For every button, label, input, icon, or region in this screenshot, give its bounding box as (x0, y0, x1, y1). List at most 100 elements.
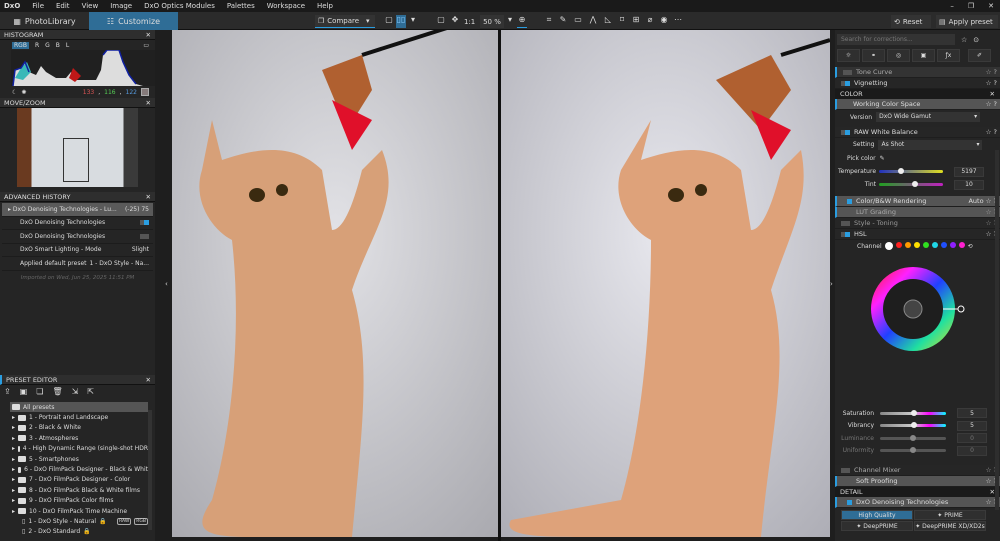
menu-file[interactable]: File (32, 2, 44, 10)
hsl-row[interactable]: HSL ☆ ? (835, 229, 1000, 240)
channel-g[interactable]: G (45, 42, 50, 49)
mode-deepprime-xd[interactable]: ✦ DeepPRIME XD/XD2s (914, 521, 986, 531)
menu-edit[interactable]: Edit (56, 2, 70, 10)
channel-swatch[interactable] (922, 242, 929, 248)
channel-swatch[interactable] (895, 242, 902, 248)
slider-value[interactable]: 5 (957, 420, 987, 431)
hsl-slider[interactable] (880, 447, 946, 454)
channel-swatch[interactable] (884, 242, 893, 250)
perspective-icon[interactable]: ⋀ (588, 15, 598, 28)
version-select[interactable]: DxO Wide Gamut ▾ (876, 112, 981, 122)
color-section-header[interactable]: COLOR ✕ (835, 89, 1000, 99)
chevron-down-icon[interactable]: ▾ (366, 17, 370, 25)
reset-channel-icon[interactable]: ⟲ (968, 243, 973, 250)
preset-folder[interactable]: ▸ 4 - High Dynamic Range (single-shot HDR (2, 444, 148, 454)
hsl-slider[interactable] (880, 434, 946, 441)
channel-swatch[interactable] (958, 242, 965, 248)
navigator-thumbnail[interactable] (17, 108, 138, 187)
preset-folder[interactable]: ▸ 7 - DxO FilmPack Designer - Color (2, 475, 148, 485)
mode-prime[interactable]: ✦ PRIME (914, 510, 986, 520)
shadow-clip-icon[interactable]: ☾ (12, 89, 17, 96)
ratio-1-1[interactable]: 1:1 (464, 15, 475, 28)
history-row[interactable]: ▸ DxO Denoising Technologies - Lu... (-25… (2, 203, 153, 217)
channel-r[interactable]: R (35, 42, 39, 49)
apply-preset-button[interactable]: ▤ Apply preset (936, 15, 998, 28)
setting-select[interactable]: As Shot ▾ (878, 139, 983, 150)
preset-folder[interactable]: ▸ 3 - Atmospheres (2, 433, 148, 443)
preset-root[interactable]: All presets (10, 402, 148, 413)
chevron-right-icon[interactable]: › (830, 280, 833, 288)
menu-workspace[interactable]: Workspace (267, 2, 305, 10)
highlight-clip-icon[interactable]: ✺ (21, 89, 26, 96)
monitor-icon[interactable]: ▭ (143, 42, 149, 49)
preset-folder[interactable]: ▸ 2 - Black & White (2, 423, 148, 433)
slider-value[interactable]: 0 (957, 433, 987, 444)
history-row[interactable]: Applied default preset 1 - DxO Style - Na… (2, 257, 153, 271)
channel-swatch[interactable] (904, 242, 911, 248)
preset-item[interactable]: ▯ 2 - DxO Standard 🔒 (2, 527, 148, 537)
channel-l[interactable]: L (66, 42, 69, 49)
expand-icon[interactable]: ▸ (12, 466, 15, 473)
channel-b[interactable]: B (56, 42, 60, 49)
color-wheel[interactable] (835, 252, 1000, 392)
local-adjust-icon[interactable]: ◺ (603, 15, 613, 28)
mode-deepprime[interactable]: ✦ DeepPRIME (841, 521, 913, 531)
temperature-slider[interactable] (879, 168, 943, 174)
channel-mixer-row[interactable]: Channel Mixer ☆ ? (835, 465, 1000, 476)
close-icon[interactable]: ✕ (146, 376, 151, 384)
right-scrollbar[interactable] (995, 150, 999, 510)
wheel-handle[interactable] (957, 305, 965, 313)
close-icon[interactable]: ✕ (990, 90, 995, 98)
duplicate-icon[interactable]: ❏ (36, 387, 43, 396)
expand-icon[interactable]: ▸ (12, 456, 15, 463)
menu-image[interactable]: Image (110, 2, 132, 10)
tint-slider[interactable] (879, 181, 943, 187)
history-row[interactable]: DxO Denoising Technologies (2, 230, 153, 244)
effects-tab-icon[interactable]: ƒx (937, 49, 960, 62)
corrected-image[interactable] (501, 30, 830, 537)
hsl-slider[interactable] (880, 409, 946, 416)
custom-tab-icon[interactable]: ✐ (968, 49, 991, 62)
mode-high-quality[interactable]: High Quality (841, 510, 913, 520)
horizon-icon[interactable]: ▭ (573, 15, 583, 28)
menu-help[interactable]: Help (317, 2, 333, 10)
eyedropper-icon[interactable]: ✎ (558, 15, 568, 28)
preset-folder[interactable]: ▸ 5 - Smartphones (2, 454, 148, 464)
preset-from-image-icon[interactable]: ▣ (20, 387, 28, 396)
grid-overlay-icon[interactable]: ⊞ (631, 15, 641, 28)
crop-icon[interactable]: ⌗ (544, 15, 554, 28)
expand-icon[interactable]: ▸ (12, 508, 15, 515)
expand-icon[interactable]: ▸ (12, 414, 15, 421)
preset-folder[interactable]: ▸ 1 - Portrait and Landscape (2, 412, 148, 422)
temperature-value[interactable]: 5197 (954, 166, 984, 177)
expand-icon[interactable]: ▸ (12, 476, 15, 483)
channel-swatch[interactable] (940, 242, 947, 248)
star-icon[interactable]: ☆ (961, 36, 967, 44)
tone-curve-row[interactable]: Tone Curve ☆ ? (835, 67, 1000, 78)
chevron-left-icon[interactable]: ‹ (165, 280, 168, 288)
hsl-slider[interactable] (880, 422, 946, 429)
zoom-select[interactable]: 50 % (480, 15, 504, 28)
move-icon[interactable]: ✥ (450, 15, 460, 28)
channel-swatch[interactable] (931, 242, 938, 248)
preset-scrollbar[interactable] (148, 410, 152, 530)
chevron-down-icon[interactable]: ▾ (505, 15, 515, 28)
close-icon[interactable]: ✕ (146, 193, 151, 201)
tab-photolibrary[interactable]: ▦ PhotoLibrary (0, 12, 89, 30)
slider-value[interactable]: 5 (957, 408, 987, 419)
close-icon[interactable]: ✕ (988, 2, 994, 10)
delete-icon[interactable]: 🗑 (52, 387, 62, 396)
detail-section-header[interactable]: DETAIL ✕ (835, 487, 1000, 497)
import-icon[interactable]: ⇲ (72, 387, 79, 396)
more-icon[interactable]: ⋯ (673, 15, 683, 28)
zoom-in-icon[interactable]: ⊕ (517, 15, 527, 28)
export-icon[interactable]: ⇱ (87, 387, 94, 396)
expand-icon[interactable]: ▸ (12, 487, 15, 494)
tint-value[interactable]: 10 (954, 179, 984, 190)
vignetting-row[interactable]: Vignetting ☆ ? (835, 78, 1000, 89)
close-icon[interactable]: ✕ (146, 99, 151, 107)
detail-tab-icon[interactable]: ◎ (887, 49, 910, 62)
view-rectangle[interactable] (63, 138, 89, 182)
compare-button[interactable]: ❐ Compare ▾ (315, 15, 375, 28)
single-view-icon[interactable]: ▢ (384, 15, 394, 28)
